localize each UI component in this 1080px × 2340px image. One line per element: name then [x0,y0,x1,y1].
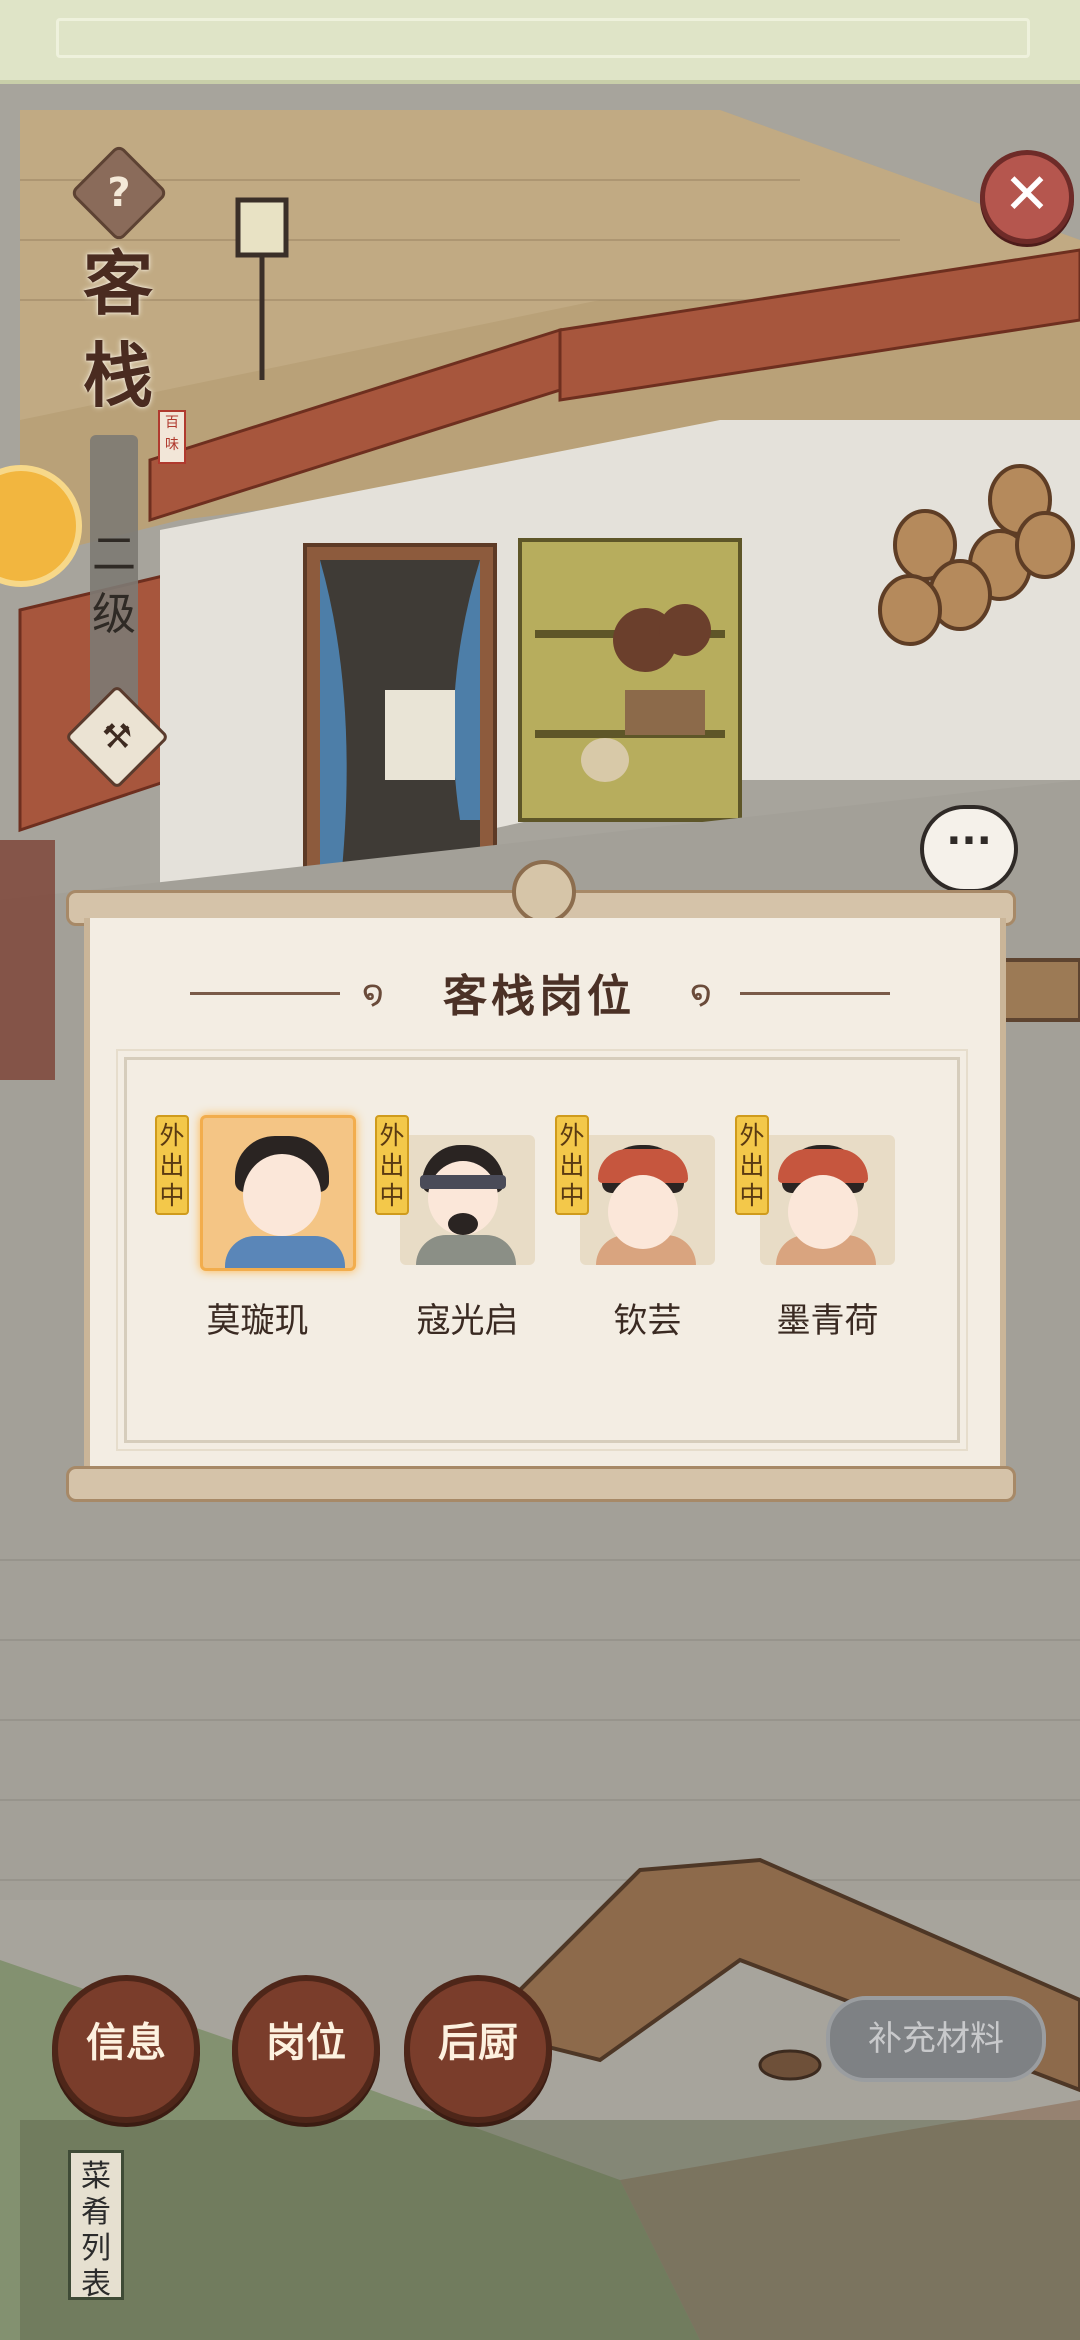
cloud-ornament-right-icon: ໑ [690,973,712,1013]
scroll-bottom-rod [66,1466,1016,1502]
top-banner [0,0,1080,84]
close-icon: ✕ [1003,162,1051,227]
close-button[interactable]: ✕ [980,150,1074,244]
staff-portrait [580,1135,715,1265]
staff-list: 外出中 莫璇玑 外出中 寇光启 外出中 钦芸 外出中 墨青荷 [150,1115,950,1395]
status-badge: 外出中 [735,1115,769,1215]
scroll-knot [512,860,576,924]
info-button[interactable]: 信息 [52,1975,200,2123]
hammer-icon: ⚒ [101,717,133,757]
staff-name: 寇光启 [416,1301,519,1341]
staff-card[interactable]: 外出中 墨青荷 [730,1115,905,1395]
kitchen-button[interactable]: 后厨 [404,1975,552,2123]
staff-card[interactable]: 外出中 钦芸 [550,1115,725,1395]
staff-portrait [400,1135,535,1265]
level-label: 二级 [92,529,136,640]
posts-button[interactable]: 岗位 [232,1975,380,2123]
staff-card[interactable]: 外出中 莫璇玑 [150,1115,356,1395]
staff-name: 钦芸 [613,1301,682,1341]
question-icon: ? [107,170,131,216]
status-badge: 外出中 [555,1115,589,1215]
staff-portrait [200,1115,356,1271]
title-divider-right [740,992,890,995]
status-badge: 外出中 [375,1115,409,1215]
staff-card[interactable]: 外出中 寇光启 [370,1115,545,1395]
page-title: 客栈 [83,242,153,417]
staff-name: 墨青荷 [776,1301,879,1341]
seal-stamp: 百味 [158,410,186,464]
chat-bubble-icon[interactable]: ··· [920,805,1018,893]
supply-materials-button[interactable]: 补充材料 [826,1996,1046,2082]
staff-name: 莫璇玑 [206,1301,309,1341]
staff-portrait [760,1135,895,1265]
dish-list-tab[interactable]: 菜肴列表 [68,2150,124,2302]
status-badge: 外出中 [155,1115,189,1215]
